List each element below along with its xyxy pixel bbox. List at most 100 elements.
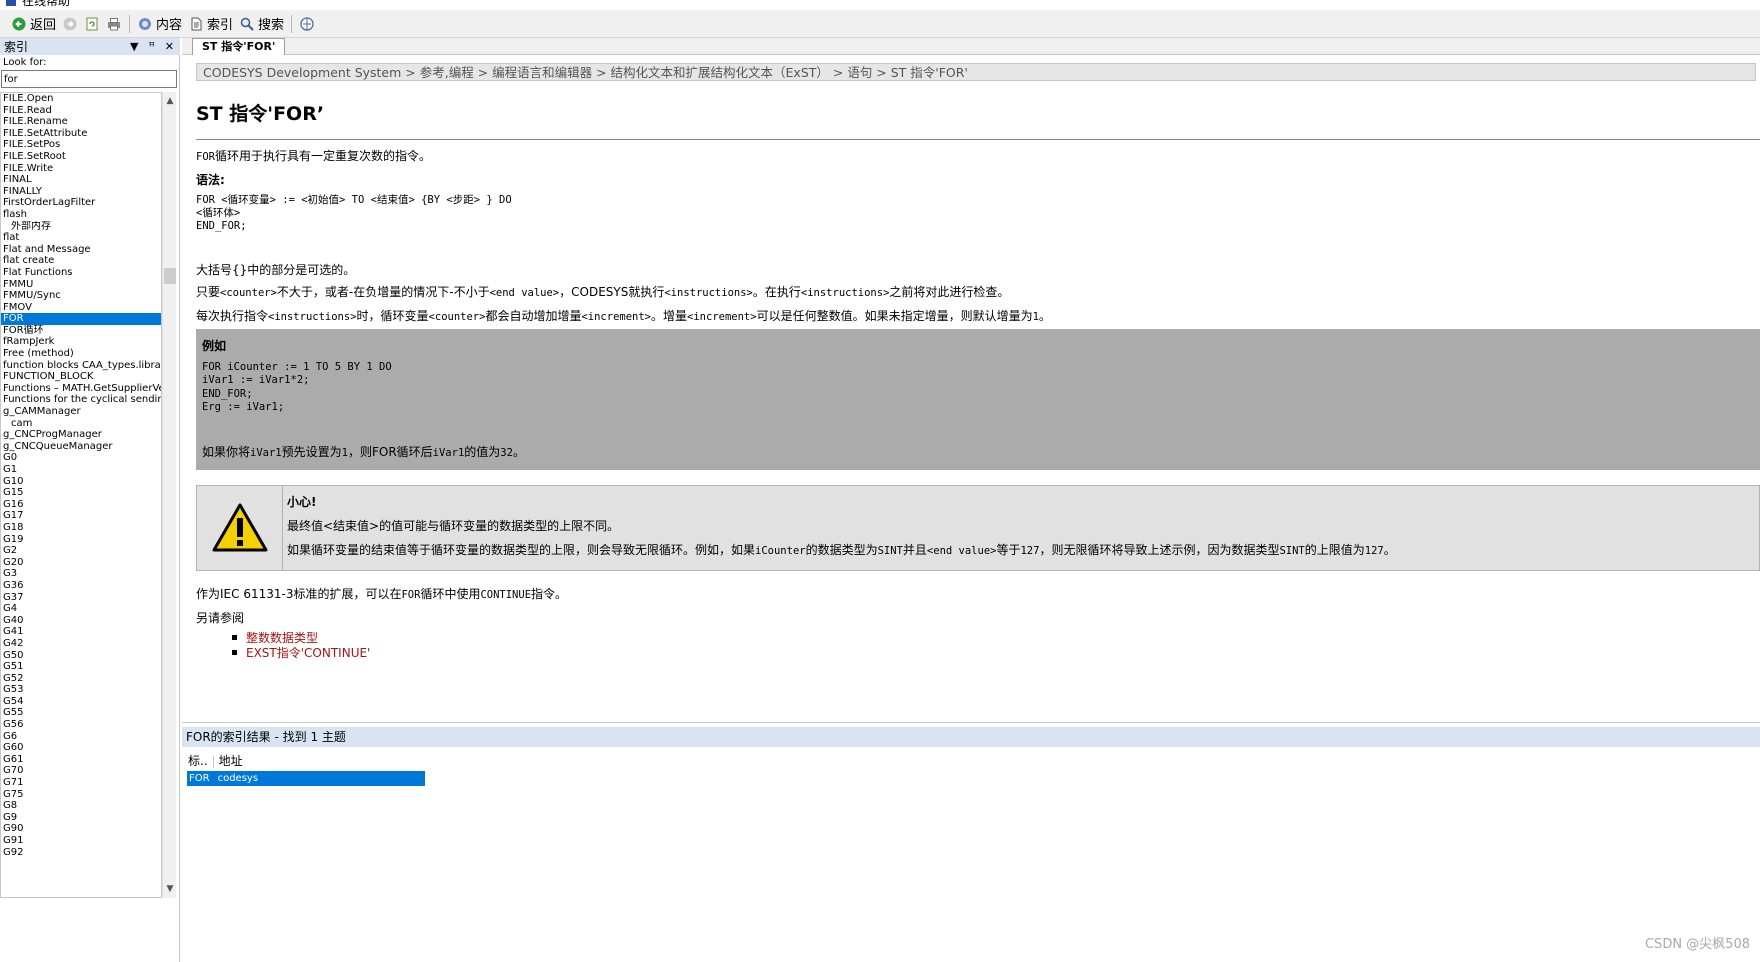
- text-span: ，CODESYS就执行: [559, 285, 665, 299]
- index-list-item[interactable]: cam: [1, 418, 161, 430]
- index-list-item[interactable]: Flat Functions: [1, 267, 161, 279]
- index-list-item[interactable]: G1: [1, 464, 161, 476]
- scroll-up-icon[interactable]: ▲: [163, 94, 177, 108]
- index-list-item[interactable]: FILE.Write: [1, 163, 161, 175]
- index-list-item[interactable]: G71: [1, 777, 161, 789]
- pin-icon[interactable]: ꟸ: [148, 38, 154, 55]
- link-exst-continue[interactable]: EXST指令'CONTINUE': [232, 646, 370, 661]
- contents-button[interactable]: 内容: [134, 12, 185, 35]
- index-list-item[interactable]: flat create: [1, 255, 161, 267]
- close-icon[interactable]: ✕: [165, 38, 174, 55]
- sync-button[interactable]: [296, 14, 318, 34]
- index-list-item[interactable]: function blocks CAA_types.library: [1, 360, 161, 372]
- index-list-item[interactable]: G60: [1, 742, 161, 754]
- index-list-item[interactable]: G3: [1, 568, 161, 580]
- index-list-item[interactable]: Functions – MATH.GetSupplierVersion: [1, 383, 161, 395]
- text-span: 。: [1383, 543, 1396, 557]
- index-list-item[interactable]: flash: [1, 209, 161, 221]
- index-list-item[interactable]: G90: [1, 823, 161, 835]
- index-list-item[interactable]: G56: [1, 719, 161, 731]
- refresh-button[interactable]: [81, 14, 103, 34]
- index-list-item[interactable]: G51: [1, 661, 161, 673]
- index-list-item[interactable]: G53: [1, 684, 161, 696]
- index-list-item[interactable]: G40: [1, 615, 161, 627]
- index-list-item[interactable]: Flat and Message: [1, 244, 161, 256]
- scroll-thumb[interactable]: [164, 268, 176, 284]
- search-button[interactable]: 搜索: [236, 12, 287, 35]
- index-list-item[interactable]: G91: [1, 835, 161, 847]
- index-list-item[interactable]: FINAL: [1, 174, 161, 186]
- tab-st-for[interactable]: ST 指令'FOR': [192, 38, 286, 55]
- back-button[interactable]: 返回: [8, 12, 59, 35]
- column-title-header[interactable]: 标..: [188, 752, 208, 769]
- breadcrumb[interactable]: CODESYS Development System > 参考,编程 > 编程语…: [196, 63, 1756, 81]
- index-list-item[interactable]: FMOV: [1, 302, 161, 314]
- index-list-item[interactable]: g_CNCProgManager: [1, 429, 161, 441]
- index-list-item[interactable]: G18: [1, 522, 161, 534]
- index-list-item[interactable]: fRampJerk: [1, 336, 161, 348]
- print-button[interactable]: [103, 14, 125, 34]
- index-list-item[interactable]: G55: [1, 707, 161, 719]
- index-list-item[interactable]: FOR循环: [1, 325, 161, 337]
- index-list-item[interactable]: G54: [1, 696, 161, 708]
- result-row[interactable]: FOR codesys: [187, 771, 425, 786]
- index-list-item[interactable]: Functions for the cyclical sending of r: [1, 394, 161, 406]
- index-list-item[interactable]: Free (method): [1, 348, 161, 360]
- code-span: <end value>: [926, 545, 997, 557]
- caution-box: 小心! 最终值<结束值>的值可能与循环变量的数据类型的上限不同。 如果循环变量的…: [196, 485, 1760, 571]
- index-list-item[interactable]: G50: [1, 650, 161, 662]
- text-span: 指令。: [531, 587, 568, 601]
- index-list-item[interactable]: FILE.SetPos: [1, 139, 161, 151]
- index-list-item[interactable]: FMMU/Sync: [1, 290, 161, 302]
- index-list-item[interactable]: G4: [1, 603, 161, 615]
- index-list-item[interactable]: G42: [1, 638, 161, 650]
- index-list-item[interactable]: FINALLY: [1, 186, 161, 198]
- index-list-item[interactable]: G16: [1, 499, 161, 511]
- index-button[interactable]: 索引: [185, 12, 236, 35]
- index-list-item[interactable]: G17: [1, 510, 161, 522]
- forward-button[interactable]: [59, 14, 81, 34]
- pane-dropdown-icon[interactable]: ▼: [130, 38, 138, 55]
- text-span: 的值为: [464, 445, 501, 459]
- index-list-item[interactable]: G10: [1, 476, 161, 488]
- index-list-item[interactable]: g_CAMManager: [1, 406, 161, 418]
- index-list-item[interactable]: G37: [1, 592, 161, 604]
- index-list-item[interactable]: flat: [1, 232, 161, 244]
- text-span: 。: [512, 445, 525, 459]
- index-list-item[interactable]: FILE.Rename: [1, 116, 161, 128]
- index-list-item[interactable]: FirstOrderLagFilter: [1, 197, 161, 209]
- index-list-item[interactable]: FILE.Read: [1, 105, 161, 117]
- look-for-input[interactable]: [1, 70, 177, 88]
- index-list-item[interactable]: FOR: [1, 313, 161, 325]
- index-scrollbar[interactable]: ▲ ▼: [162, 92, 176, 898]
- index-list-item[interactable]: G41: [1, 626, 161, 638]
- increment-paragraph: 每次执行指令<instructions>时，循环变量<counter>都会自动增…: [196, 307, 1051, 324]
- scroll-down-icon[interactable]: ▼: [163, 882, 177, 896]
- index-list-item[interactable]: G61: [1, 754, 161, 766]
- column-divider[interactable]: [212, 755, 214, 768]
- index-list-item[interactable]: FILE.SetAttribute: [1, 128, 161, 140]
- forward-arrow-icon: [62, 16, 78, 32]
- index-list-item[interactable]: FILE.Open: [1, 93, 161, 105]
- index-list-item[interactable]: G75: [1, 789, 161, 801]
- index-list-item[interactable]: G36: [1, 580, 161, 592]
- column-address-header[interactable]: 地址: [219, 752, 243, 769]
- index-list-item[interactable]: G8: [1, 800, 161, 812]
- index-list-item[interactable]: G0: [1, 452, 161, 464]
- index-list-item[interactable]: G52: [1, 673, 161, 685]
- link-integer-data-types[interactable]: 整数数据类型: [232, 631, 370, 646]
- index-list-item[interactable]: 外部内存: [1, 221, 161, 233]
- index-list-item[interactable]: G9: [1, 812, 161, 824]
- index-list-item[interactable]: FILE.SetRoot: [1, 151, 161, 163]
- index-list-item[interactable]: g_CNCQueueManager: [1, 441, 161, 453]
- index-list-item[interactable]: G19: [1, 534, 161, 546]
- index-list-item[interactable]: G15: [1, 487, 161, 499]
- index-list-item[interactable]: G70: [1, 765, 161, 777]
- index-list-item[interactable]: FUNCTION_BLOCK: [1, 371, 161, 383]
- index-list-item[interactable]: G6: [1, 731, 161, 743]
- index-list-item[interactable]: FMMU: [1, 279, 161, 291]
- code-span: iVar1: [432, 447, 465, 459]
- index-list-item[interactable]: G20: [1, 557, 161, 569]
- index-list-item[interactable]: G2: [1, 545, 161, 557]
- index-list-item[interactable]: G92: [1, 847, 161, 859]
